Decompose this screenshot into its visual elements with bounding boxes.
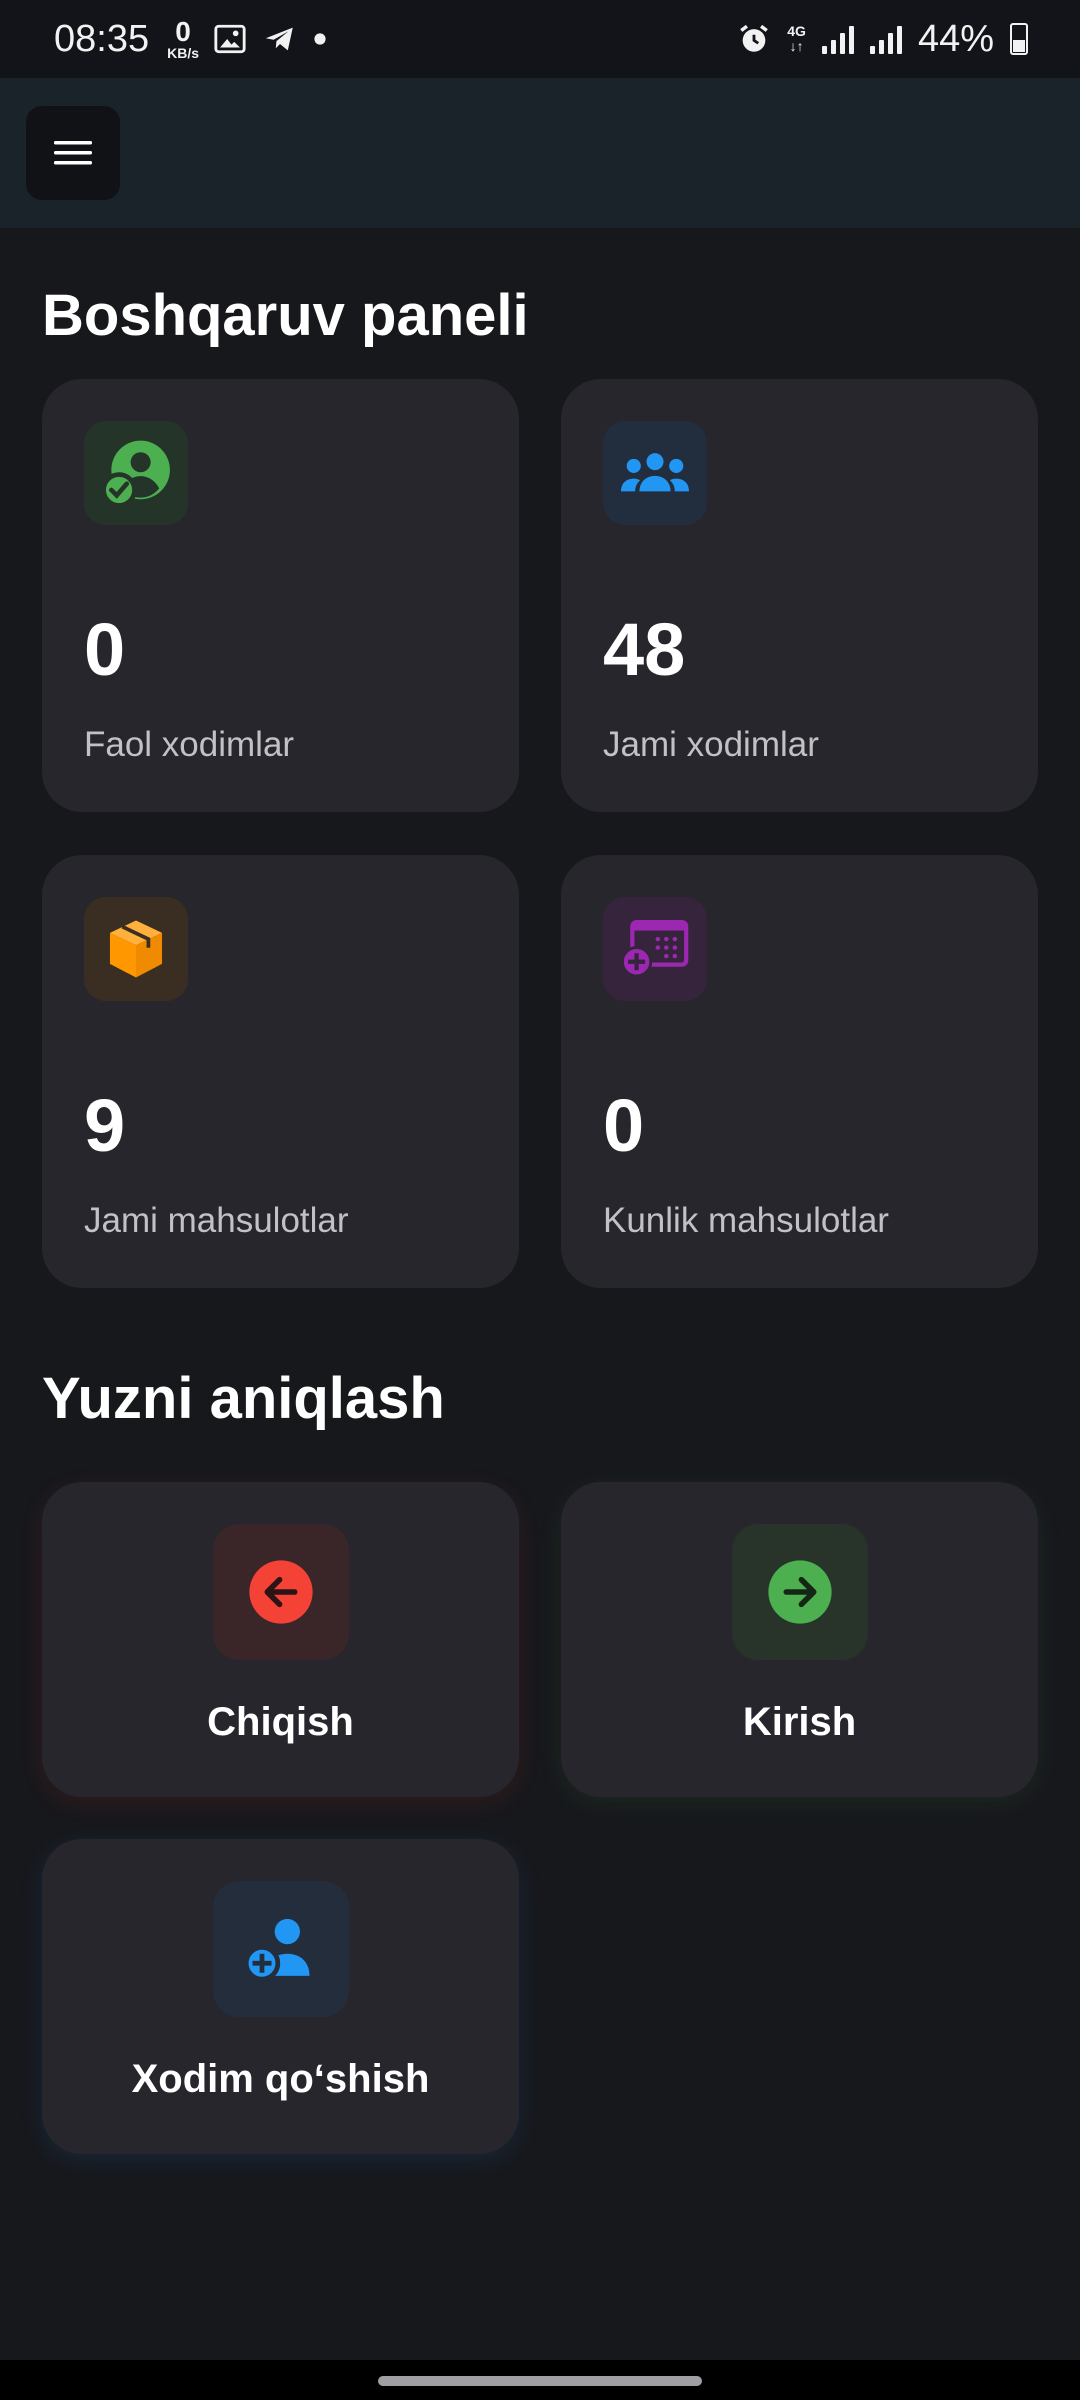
stat-card-total-employees[interactable]: 48 Jami xodimlar (561, 379, 1038, 812)
alarm-icon (740, 24, 769, 52)
dashboard-title: Boshqaruv paneli (42, 283, 529, 348)
action-icon-box (731, 1524, 868, 1660)
stat-value: 0 (603, 1084, 645, 1167)
user-check-icon (101, 440, 170, 508)
home-indicator (0, 2360, 1080, 2400)
action-icon-box (212, 1524, 349, 1660)
stat-label: Jami xodimlar (603, 725, 819, 764)
stat-icon-box (603, 421, 707, 525)
data-arrows-icon: ↓↑ (789, 38, 804, 54)
stat-icon-box (84, 421, 188, 525)
action-icon-box (212, 1881, 349, 2017)
status-bar: 08:35 0 KB/s 4G ↓↑ 44% (0, 0, 1080, 78)
hamburger-menu-icon (54, 141, 92, 165)
box-icon (109, 920, 163, 978)
signal-icon (821, 24, 854, 54)
menu-button[interactable] (26, 106, 120, 200)
network-speed-value: 0 (175, 16, 191, 47)
stat-card-daily-products[interactable]: 0 Kunlik mahsulotlar (561, 855, 1038, 1288)
network-type: 4G ↓↑ (787, 24, 806, 53)
checkin-button[interactable]: Kirish (561, 1482, 1038, 1797)
action-label: Chiqish (207, 1700, 354, 1744)
checkout-button[interactable]: Chiqish (42, 1482, 519, 1797)
action-label: Xodim qo‘shish (131, 2057, 430, 2101)
home-gesture-bar[interactable] (378, 2376, 702, 2386)
network-type-label: 4G (787, 23, 806, 40)
arrow-right-circle-icon (767, 1560, 832, 1624)
face-recognition-title: Yuzni aniqlash (42, 1366, 445, 1431)
network-speed-unit: KB/s (167, 45, 199, 61)
group-icon (621, 453, 689, 492)
app-bar (0, 78, 1080, 228)
notification-dot-icon (314, 33, 326, 45)
person-add-icon (243, 1918, 309, 1982)
battery-icon (1010, 23, 1028, 55)
signal-icon-sim2 (869, 24, 902, 54)
arrow-left-circle-icon (248, 1560, 313, 1624)
stat-value: 9 (84, 1084, 126, 1167)
stat-icon-box (603, 897, 707, 1001)
status-time: 08:35 (54, 17, 150, 60)
battery-percent: 44% (917, 17, 994, 60)
gallery-icon (214, 24, 246, 54)
stat-card-total-products[interactable]: 9 Jami mahsulotlar (42, 855, 519, 1288)
stat-label: Faol xodimlar (84, 725, 295, 764)
action-label: Kirish (742, 1700, 857, 1744)
calendar-add-icon (621, 919, 689, 978)
add-employee-button[interactable]: Xodim qo‘shish (42, 1839, 519, 2154)
telegram-icon (265, 27, 293, 51)
network-speed: 0 KB/s (167, 16, 199, 61)
stat-value: 48 (603, 608, 686, 691)
stat-icon-box (84, 897, 188, 1001)
stat-label: Kunlik mahsulotlar (603, 1201, 889, 1240)
stat-card-active-employees[interactable]: 0 Faol xodimlar (42, 379, 519, 812)
stat-value: 0 (84, 608, 126, 691)
stat-label: Jami mahsulotlar (84, 1201, 349, 1240)
